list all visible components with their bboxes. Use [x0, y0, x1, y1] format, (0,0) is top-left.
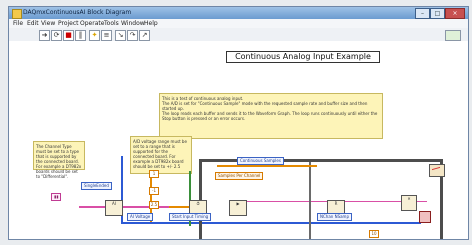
daqmx-clear-vi[interactable]: ✕ — [401, 195, 417, 211]
vi-connector-icon[interactable] — [445, 30, 461, 41]
example-title: Continuous Analog Input Example — [226, 51, 380, 63]
channel-type-control[interactable]: SingleEnded — [81, 182, 112, 190]
step-out-icon[interactable]: ↗ — [139, 30, 150, 41]
samples-per-channel-control[interactable]: Samples Per Channel — [215, 172, 264, 180]
description-line-2: The A/D is set for "Continuous Sample" m… — [162, 101, 368, 111]
menu-tools[interactable]: Tools — [104, 19, 119, 28]
nchan-nsamp-selector[interactable]: NChan NSamp — [317, 213, 352, 221]
description-line-3: The loop reads each buffer and sends it … — [162, 111, 378, 121]
menu-edit[interactable]: Edit — [27, 19, 39, 28]
timeout-constant[interactable]: 10 — [369, 230, 379, 238]
step-into-icon[interactable]: ↘ — [115, 30, 126, 41]
waveform-graph-terminal[interactable] — [429, 164, 445, 177]
ai-voltage-selector[interactable]: AI Voltage — [127, 213, 154, 221]
run-arrow-icon[interactable]: ➜ — [39, 30, 50, 41]
run-continuous-icon[interactable]: ⟳ — [51, 30, 62, 41]
daqmx-start-vi[interactable]: ▶ — [229, 200, 247, 216]
pause-icon[interactable]: ‖ — [75, 30, 86, 41]
diagram-canvas[interactable]: Continuous Analog Input Example This is … — [9, 41, 468, 239]
description-note: This is a test of continuous analog inpu… — [159, 93, 383, 139]
block-diagram-window: DAQmxContinuousAI Block Diagram – □ × Fi… — [8, 6, 469, 240]
start-input-timing-selector[interactable]: Start Input Timing — [169, 213, 212, 221]
continuous-samples-constant[interactable]: Continuous Samples — [237, 157, 284, 165]
physical-channel-control[interactable]: ▮▮ — [51, 193, 62, 201]
menu-file[interactable]: File — [13, 19, 23, 28]
window-title: DAQmxContinuousAI Block Diagram — [23, 9, 132, 16]
highlight-icon[interactable]: ✦ — [89, 30, 100, 41]
menu-window[interactable]: Window — [121, 19, 145, 28]
stop-button-terminal[interactable] — [419, 211, 431, 223]
daqmx-create-channel-vi[interactable]: AI — [105, 200, 123, 216]
step-over-icon[interactable]: ↷ — [127, 30, 138, 41]
title-bar[interactable]: DAQmxContinuousAI Block Diagram – □ × — [9, 7, 468, 19]
numeric-constant[interactable]: 2.5 — [149, 201, 159, 209]
menu-operate[interactable]: Operate — [80, 19, 104, 28]
menu-project[interactable]: Project — [58, 19, 79, 28]
labview-app-icon — [12, 9, 22, 19]
minimize-button[interactable]: – — [415, 8, 430, 19]
close-button[interactable]: × — [445, 8, 465, 19]
voltage-range-note: A/D voltage range must be set to a range… — [130, 136, 192, 174]
numeric-constant[interactable]: 1 — [149, 170, 159, 178]
abort-icon[interactable]: ■ — [63, 30, 74, 41]
maximize-button[interactable]: □ — [430, 8, 445, 19]
retain-wire-icon[interactable]: ≡ — [101, 30, 112, 41]
menu-help[interactable]: Help — [144, 19, 158, 28]
channel-type-note: The Channel Type must be set to a type t… — [33, 141, 85, 179]
numeric-constant[interactable]: -1 — [149, 187, 159, 195]
menu-view[interactable]: View — [41, 19, 55, 28]
toolbar: ➜ ⟳ ■ ‖ ✦ ≡ ↘ ↷ ↗ — [9, 28, 468, 42]
